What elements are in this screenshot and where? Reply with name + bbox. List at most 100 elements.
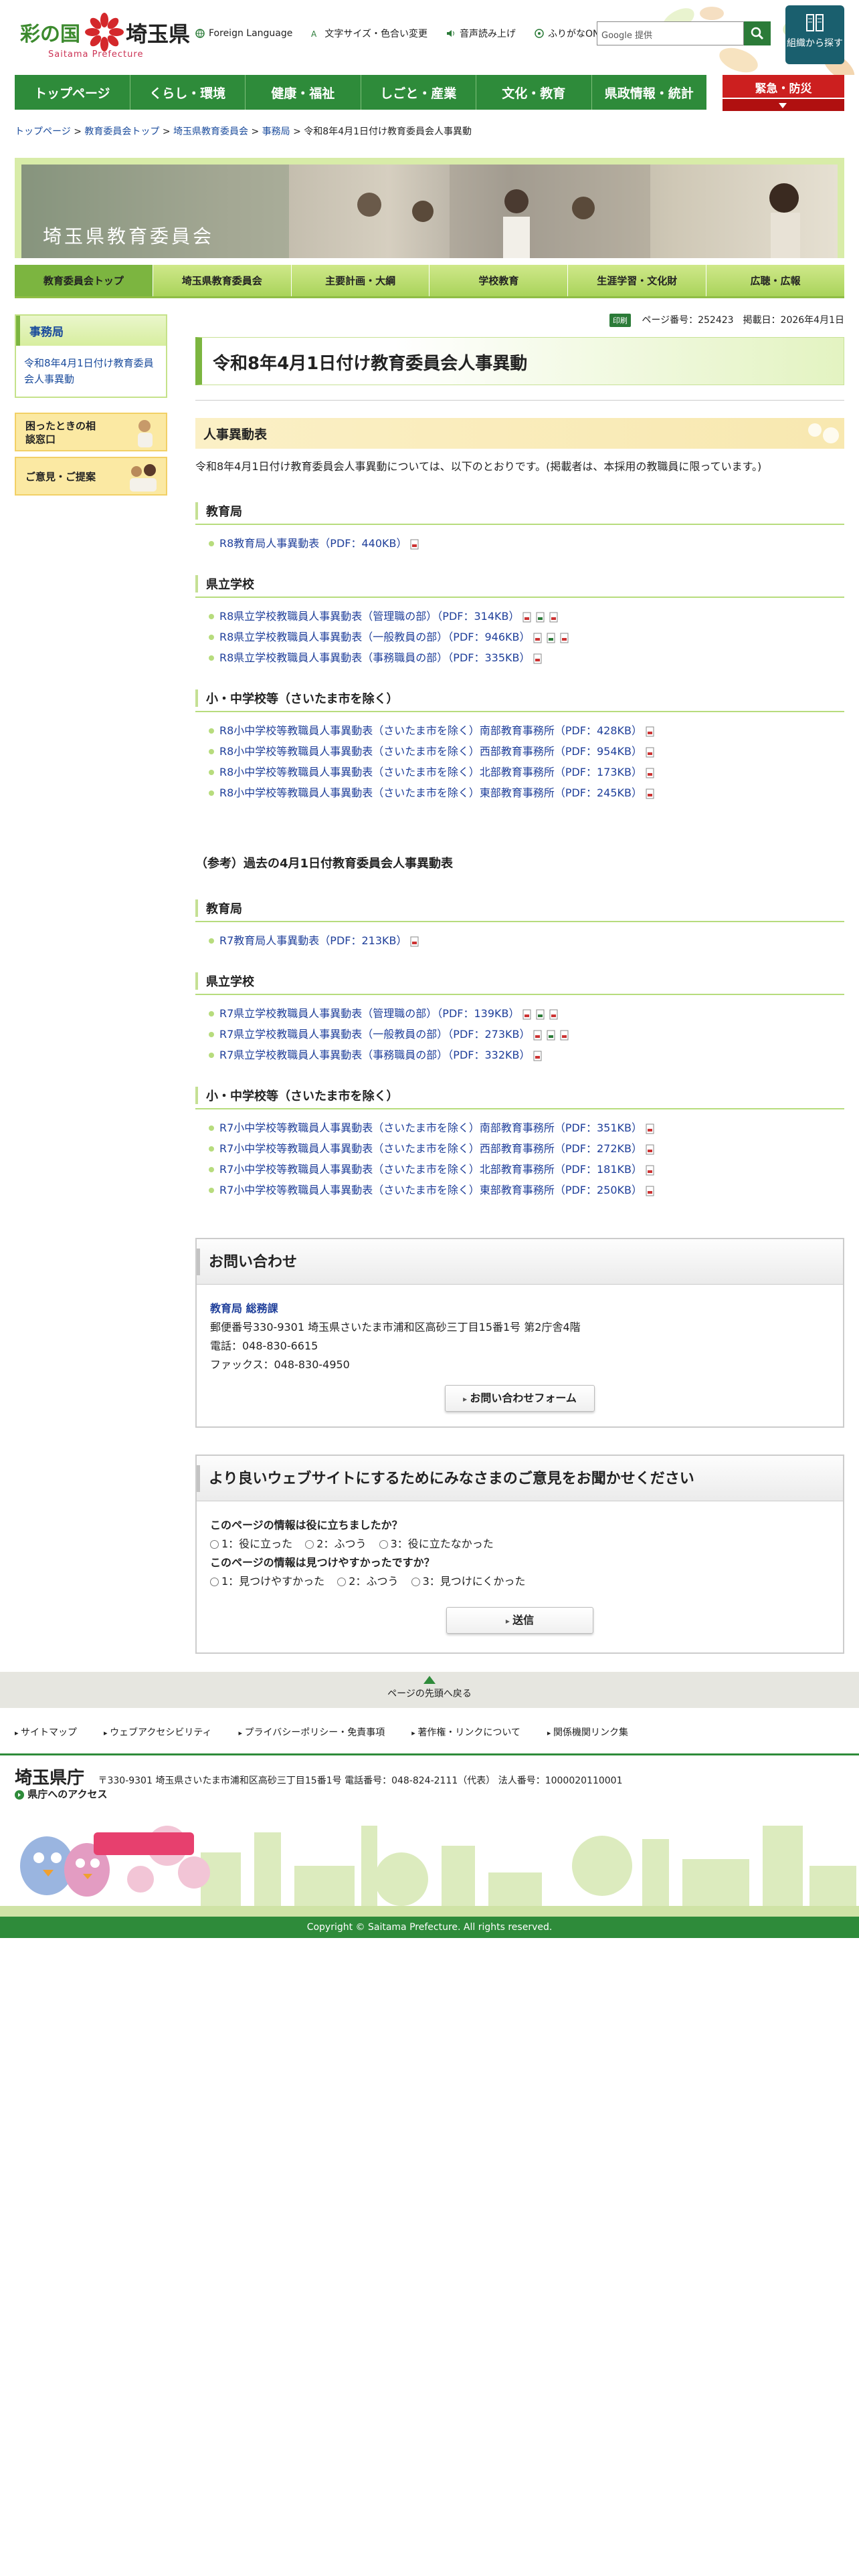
snav-school[interactable]: 学校教育 (430, 265, 569, 296)
survey-q2: このページの情報は見つけやすかったですか？ (210, 1556, 435, 1569)
footer-cityscape (0, 1826, 859, 1917)
footer-link[interactable]: 関係機関リンク集 (547, 1725, 628, 1739)
footer-link[interactable]: 著作権・リンクについて (411, 1725, 520, 1739)
pdf-link[interactable]: R7県立学校教職員人事異動表（管理職の部）（PDF：139KB） (219, 1007, 519, 1020)
sidebar: 事務局 令和8年4月1日付け教育委員会人事異動 困ったときの相談窓口 ご意見・ご… (15, 314, 167, 496)
radio-button[interactable] (210, 1540, 219, 1549)
site-logo[interactable]: 彩の国 埼玉県 Saitama Prefecture (20, 8, 194, 63)
pdf-link[interactable]: R8小中学校等教職員人事異動表（さいたま市を除く）北部教育事務所（PDF：173… (219, 766, 642, 778)
pref-links-past: R7県立学校教職員人事異動表（管理職の部）（PDF：139KB） R7県立学校教… (195, 1003, 844, 1065)
excel-file-icon (547, 633, 555, 643)
submit-button[interactable]: 送信 (446, 1607, 593, 1634)
list-item: R7小中学校等教職員人事異動表（さいたま市を除く）西部教育事務所（PDF：272… (209, 1138, 844, 1159)
site-header: 彩の国 埼玉県 Saitama Prefecture Foreign Langu… (0, 0, 859, 75)
pdf-link[interactable]: R8県立学校教職員人事異動表（管理職の部）（PDF：314KB） (219, 610, 519, 623)
gnav-culture[interactable]: 文化・教育 (476, 75, 592, 110)
speaker-icon (446, 30, 454, 37)
breadcrumb-link[interactable]: トップページ (15, 126, 71, 137)
search-button[interactable] (744, 21, 771, 45)
pdf-file-icon (533, 1030, 542, 1040)
flower-deco-icon (808, 423, 839, 443)
sidebar-body: 令和8年4月1日付け教育委員会人事異動 (16, 346, 166, 397)
pdf-link[interactable]: R8小中学校等教職員人事異動表（さいたま市を除く）西部教育事務所（PDF：954… (219, 745, 642, 758)
breadcrumb-link[interactable]: 教育委員会トップ (84, 126, 159, 137)
footer-org-name: 埼玉県庁 (15, 1768, 85, 1788)
contact-form-button[interactable]: お問い合わせフォーム (445, 1385, 595, 1412)
access-link[interactable]: 県庁へのアクセス (15, 1787, 108, 1801)
breadcrumb-link[interactable]: 埼玉県教育委員会 (173, 126, 248, 137)
footer-link[interactable]: プライバシーポリシー・免責事項 (239, 1725, 385, 1739)
pdf-link[interactable]: R8小中学校等教職員人事異動表（さいたま市を除く）南部教育事務所（PDF：428… (219, 724, 642, 737)
sidebar-item-current[interactable]: 令和8年4月1日付け教育委員会人事異動 (24, 357, 154, 385)
pdf-link[interactable]: R7小中学校等教職員人事異動表（さいたま市を除く）北部教育事務所（PDF：181… (219, 1163, 642, 1176)
pdf-link[interactable]: R7教育局人事異動表（PDF：213KB） (219, 934, 407, 947)
heading-pref-past: 県立学校 (195, 968, 844, 995)
org-search-button[interactable]: 組織から探す (785, 5, 844, 64)
pdf-link[interactable]: R8教育局人事異動表（PDF：440KB） (219, 537, 407, 550)
sidebar-head: 事務局 (16, 316, 166, 346)
list-item: R8県立学校教職員人事異動表（事務職員の部）（PDF：335KB） (209, 647, 844, 668)
read-aloud-link[interactable]: 音声読み上げ (446, 27, 516, 40)
triangle-up-icon (423, 1676, 436, 1684)
pdf-file-icon (549, 1009, 558, 1019)
radio-button[interactable] (337, 1578, 347, 1586)
q2-option[interactable]: 2：ふつう (337, 1575, 398, 1588)
q1-option[interactable]: 2：ふつう (305, 1537, 366, 1550)
list-item: R8県立学校教職員人事異動表（管理職の部）（PDF：314KB） (209, 606, 844, 627)
contact-tel: 電話：048-830-6615 (210, 1339, 318, 1352)
radio-button[interactable] (411, 1578, 420, 1586)
survey-heading: より良いウェブサイトにするためにみなさまのご意見をお聞かせください (197, 1456, 843, 1501)
pdf-link[interactable]: R7県立学校教職員人事異動表（事務職員の部）（PDF：332KB） (219, 1049, 530, 1061)
gnav-top[interactable]: トップページ (15, 75, 130, 110)
breadcrumb-current: 令和8年4月1日付け教育委員会人事異動 (304, 126, 472, 137)
snav-top[interactable]: 教育委員会トップ (15, 265, 153, 296)
pdf-file-icon (646, 1144, 654, 1154)
radio-button[interactable] (379, 1540, 388, 1549)
snav-board[interactable]: 埼玉県教育委員会 (153, 265, 292, 296)
emergency-button[interactable]: 緊急・防災 (723, 75, 844, 111)
q2-option[interactable]: 3：見つけにくかった (411, 1575, 525, 1588)
snav-pr[interactable]: 広聴・広報 (706, 265, 844, 296)
gnav-health[interactable]: 健康・福祉 (246, 75, 361, 110)
list-item: R7小中学校等教職員人事異動表（さいたま市を除く）北部教育事務所（PDF：181… (209, 1159, 844, 1180)
gnav-work[interactable]: しごと・産業 (361, 75, 476, 110)
q1-option[interactable]: 3：役に立たなかった (379, 1537, 494, 1550)
breadcrumb-link[interactable]: 事務局 (262, 126, 290, 137)
gnav-pref-info[interactable]: 県政情報・統計 (592, 75, 707, 110)
pagetop-link[interactable]: ページの先頭へ戻る (387, 1689, 472, 1699)
heading-pref: 県立学校 (195, 571, 844, 598)
snav-plans[interactable]: 主要計画・大綱 (292, 265, 430, 296)
opinion-button[interactable]: ご意見・ご提案 (15, 457, 167, 496)
sidebar-head-link[interactable]: 事務局 (29, 326, 64, 339)
pdf-link[interactable]: R7小中学校等教職員人事異動表（さいたま市を除く）南部教育事務所（PDF：351… (219, 1121, 642, 1134)
pdf-link[interactable]: R8小中学校等教職員人事異動表（さいたま市を除く）東部教育事務所（PDF：245… (219, 786, 642, 799)
radio-button[interactable] (210, 1578, 219, 1586)
q2-option[interactable]: 1：見つけやすかった (210, 1575, 324, 1588)
pdf-link[interactable]: R7小中学校等教職員人事異動表（さいたま市を除く）西部教育事務所（PDF：272… (219, 1142, 642, 1155)
gnav-life[interactable]: くらし・環境 (130, 75, 246, 110)
pdf-file-icon (560, 1030, 569, 1040)
pdf-link[interactable]: R8県立学校教職員人事異動表（事務職員の部）（PDF：335KB） (219, 651, 530, 664)
pdf-link[interactable]: R7県立学校教職員人事異動表（一般教員の部）（PDF：273KB） (219, 1028, 530, 1041)
list-item: R8小中学校等教職員人事異動表（さいたま市を除く）西部教育事務所（PDF：954… (209, 741, 844, 762)
foreign-language-link[interactable]: Foreign Language (195, 27, 292, 40)
contact-dept-link[interactable]: 教育局 総務課 (210, 1302, 278, 1315)
divider (195, 400, 844, 401)
q1-option[interactable]: 1：役に立った (210, 1537, 292, 1550)
section-nav: 教育委員会トップ 埼玉県教育委員会 主要計画・大綱 学校教育 生涯学習・文化財 … (15, 265, 844, 298)
header-tools: Foreign Language A 文字サイズ・色合い変更 音声読み上げ ふりが… (195, 27, 599, 40)
pdf-link[interactable]: R7小中学校等教職員人事異動表（さいたま市を除く）東部教育事務所（PDF：250… (219, 1184, 642, 1196)
print-button[interactable]: 印刷 (609, 314, 631, 327)
radio-button[interactable] (305, 1540, 314, 1549)
search-input[interactable]: Google 提供 (597, 21, 744, 45)
footer-link[interactable]: ウェブアクセシビリティ (104, 1725, 211, 1739)
text-size-color-link[interactable]: A 文字サイズ・色合い変更 (311, 27, 427, 40)
snav-lifelong[interactable]: 生涯学習・文化財 (568, 265, 707, 296)
footer-link[interactable]: サイトマップ (15, 1725, 77, 1739)
furigana-link[interactable]: ふりがなON (535, 27, 599, 40)
pagetop-bar[interactable]: ページの先頭へ戻る (0, 1672, 859, 1708)
furigana-icon (535, 29, 544, 38)
pdf-file-icon (533, 633, 542, 643)
consultation-button[interactable]: 困ったときの相談窓口 (15, 413, 167, 451)
pdf-link[interactable]: R8県立学校教職員人事異動表（一般教員の部）（PDF：946KB） (219, 631, 530, 643)
